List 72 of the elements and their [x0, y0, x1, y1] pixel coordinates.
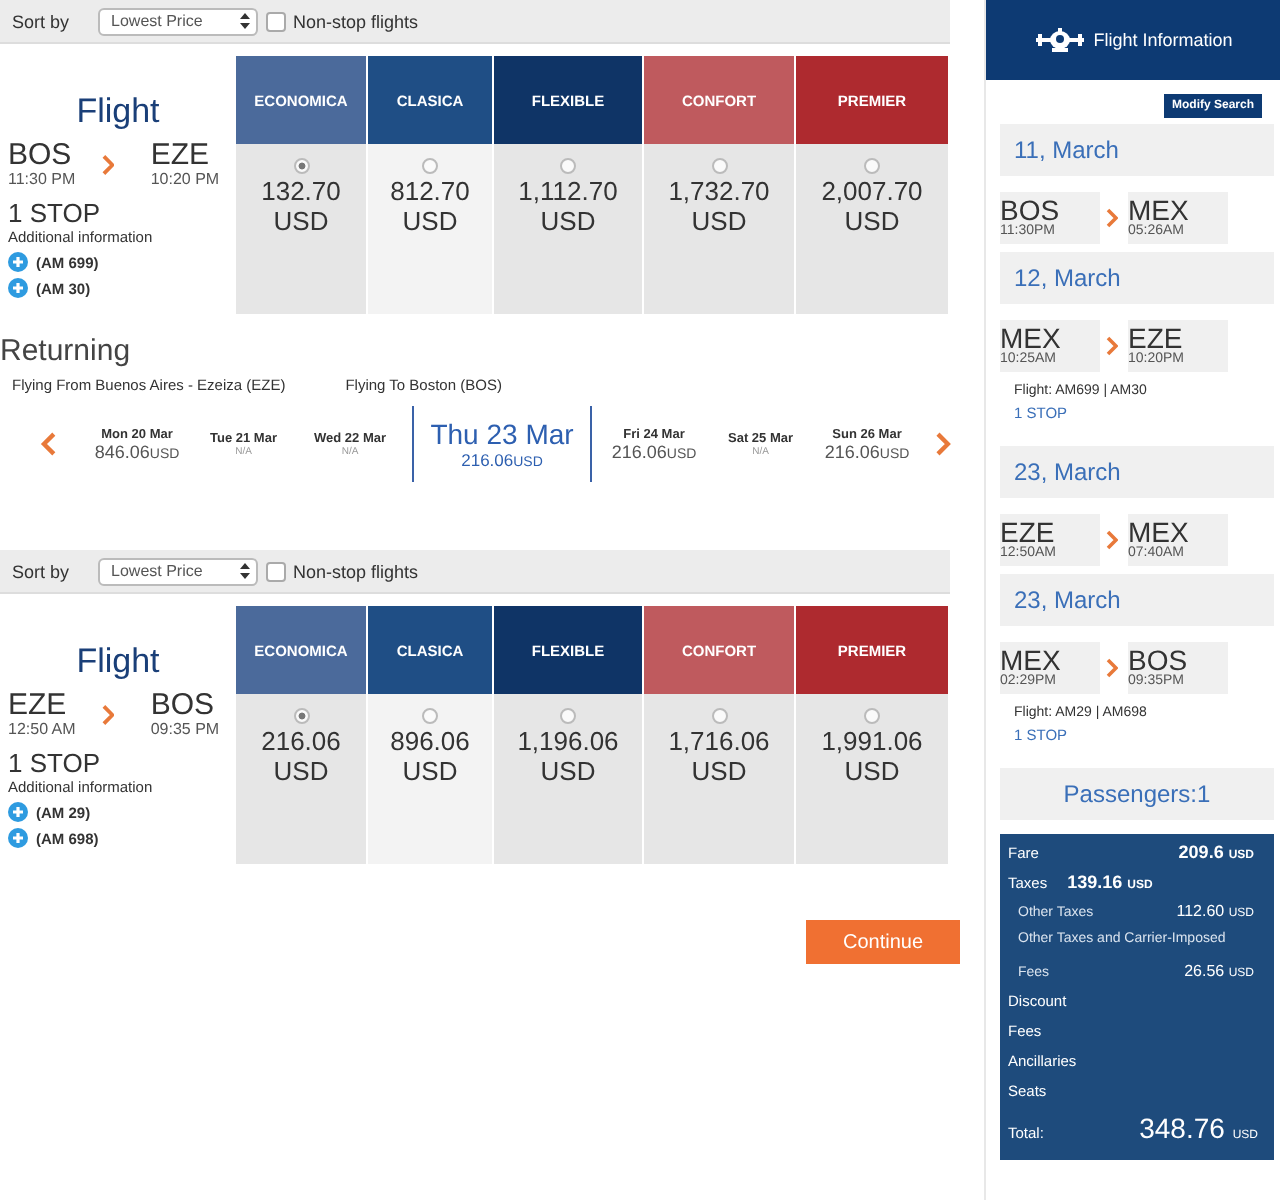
- flight-heading: Flight: [74, 92, 162, 132]
- fare-radio[interactable]: [293, 158, 309, 174]
- fare-cell[interactable]: 2,007.70 USD: [796, 144, 950, 314]
- fare-radio[interactable]: [711, 708, 727, 724]
- chevron-right-icon: [1106, 336, 1118, 356]
- chevron-right-icon: [101, 154, 115, 176]
- fare-price: 896.06 USD: [390, 726, 470, 786]
- sort-label: Sort by: [12, 11, 70, 31]
- fare-radio[interactable]: [422, 708, 438, 724]
- chevron-right-icon[interactable]: [936, 432, 953, 456]
- section-title: Returning: [0, 334, 133, 368]
- fare-cell[interactable]: 1,716.06 USD: [644, 694, 796, 864]
- airport-code: BOS: [150, 692, 217, 720]
- fare-radio[interactable]: [711, 158, 727, 174]
- nonstop-checkbox[interactable]: [265, 561, 286, 581]
- time-text: 10:20 PM: [150, 170, 222, 188]
- plus-icon[interactable]: [8, 252, 28, 272]
- fare-price: 812.70 USD: [390, 176, 470, 236]
- plus-icon[interactable]: [8, 802, 28, 822]
- chevron-right-icon: [1106, 658, 1118, 678]
- fare-price: 2,007.70 USD: [821, 176, 923, 236]
- time-text: 11:30 PM: [8, 170, 78, 188]
- fare-radio[interactable]: [422, 158, 438, 174]
- plus-icon[interactable]: [8, 278, 28, 298]
- date-header: 11, March: [1000, 124, 1274, 176]
- fare-radio[interactable]: [560, 708, 576, 724]
- fare-cell[interactable]: 1,991.06 USD: [796, 694, 950, 864]
- time-text: 12:50 AM: [8, 720, 78, 738]
- date-header: 23, March: [1000, 574, 1274, 626]
- fare-price: 1,991.06 USD: [821, 726, 923, 786]
- fare-cell[interactable]: 896.06 USD: [368, 694, 494, 864]
- time-text: 09:35 PM: [150, 720, 222, 738]
- fare-radio[interactable]: [293, 708, 309, 724]
- fare-price: 1,112.70 USD: [518, 176, 618, 236]
- plus-icon[interactable]: [8, 828, 28, 848]
- chevron-right-icon: [1106, 208, 1118, 228]
- fare-cell[interactable]: 216.06 USD: [236, 694, 368, 864]
- up-down-arrows-icon[interactable]: [239, 11, 250, 29]
- fare-cell[interactable]: 1,196.06 USD: [494, 694, 644, 864]
- checkbox-label: Non-stop flights: [293, 11, 419, 31]
- chevron-right-icon: [1106, 530, 1118, 550]
- airport-code: BOS: [8, 142, 74, 170]
- sort-dropdown[interactable]: Lowest Price: [97, 557, 258, 585]
- nonstop-checkbox[interactable]: [265, 11, 286, 31]
- fare-radio[interactable]: [864, 708, 880, 724]
- fare-cell[interactable]: 1,732.70 USD: [644, 144, 796, 314]
- fare-cell[interactable]: 1,112.70 USD: [494, 144, 644, 314]
- fare-price: 216.06 USD: [261, 726, 341, 786]
- fare-price: 1,196.06 USD: [517, 726, 619, 786]
- sort-dropdown[interactable]: Lowest Price: [97, 7, 258, 35]
- fare-price: 1,732.70 USD: [668, 176, 770, 236]
- sidebar-title: Flight Information: [1093, 30, 1233, 50]
- fare-cell[interactable]: 132.70 USD: [236, 144, 368, 314]
- passengers-header: Passengers:1: [1000, 768, 1274, 820]
- sort-label: Sort by: [12, 561, 70, 581]
- flight-heading: Flight: [74, 642, 162, 682]
- fare-radio[interactable]: [560, 158, 576, 174]
- checkbox-label: Non-stop flights: [293, 561, 419, 581]
- fare-radio[interactable]: [864, 158, 880, 174]
- chevron-left-icon[interactable]: [40, 432, 56, 456]
- airplane-icon: [1033, 28, 1086, 52]
- date-header: 12, March: [1000, 252, 1274, 304]
- fare-price: 1,716.06 USD: [668, 726, 770, 786]
- fare-cell[interactable]: 812.70 USD: [368, 144, 494, 314]
- stops-text: 1 STOP: [6, 748, 103, 778]
- chevron-right-icon: [101, 704, 115, 726]
- stops-text: 1 STOP: [6, 198, 103, 228]
- airport-code: EZE: [150, 142, 212, 170]
- airport-code: EZE: [8, 692, 69, 720]
- fare-price: 132.70 USD: [261, 176, 341, 236]
- up-down-arrows-icon[interactable]: [239, 561, 250, 579]
- date-header: 23, March: [1000, 446, 1274, 498]
